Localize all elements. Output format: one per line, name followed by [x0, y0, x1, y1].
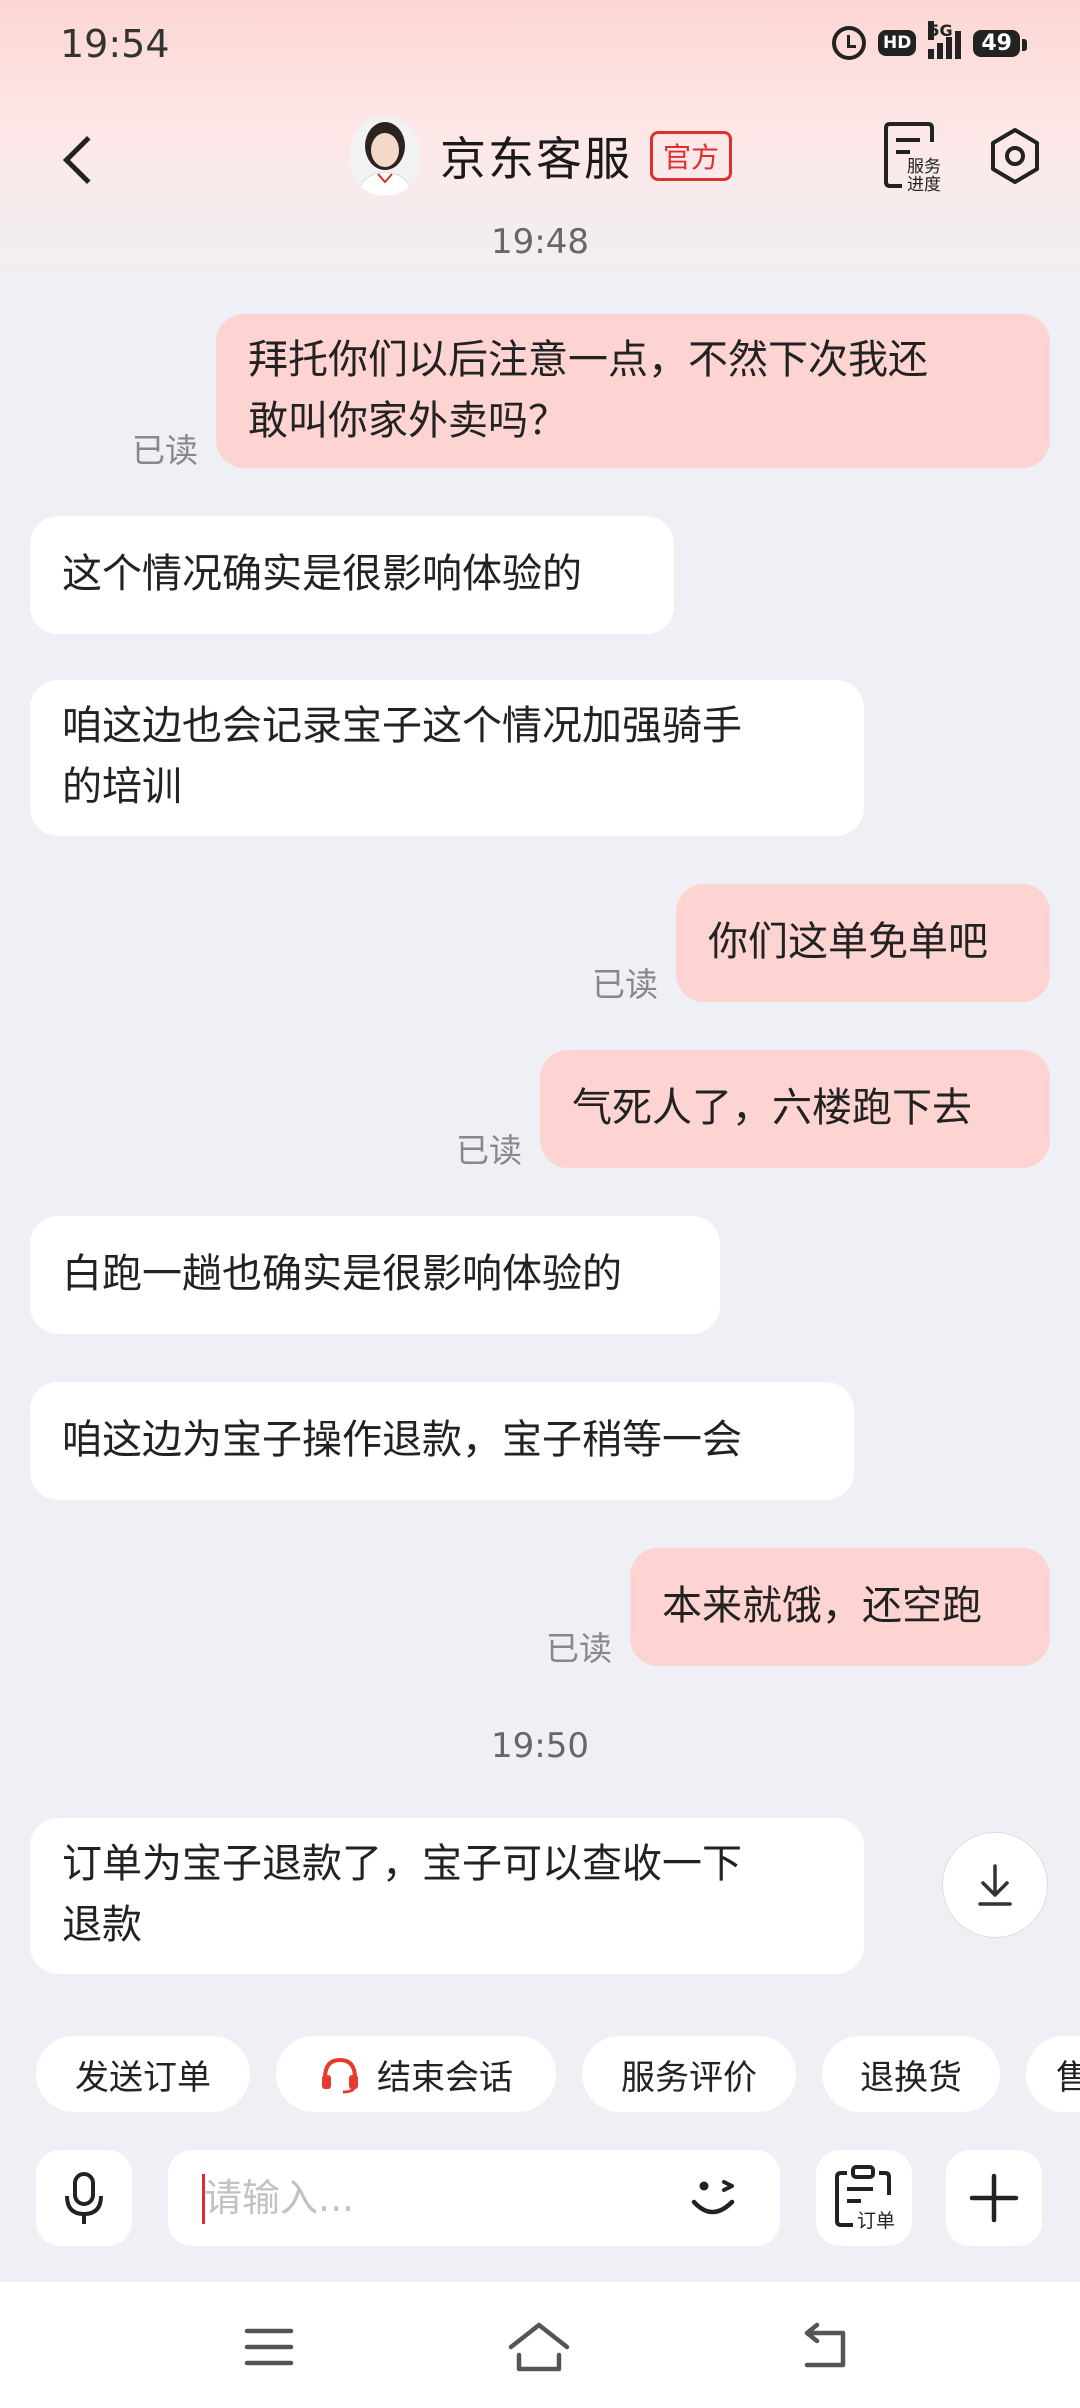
message-text: 的培训: [62, 764, 182, 810]
menu-button[interactable]: [214, 2302, 324, 2392]
send-order-chip[interactable]: 发送订单: [36, 2036, 250, 2112]
alarm-icon: [832, 26, 867, 60]
message-text: 拜托你们以后注意一点，不然下次我还: [248, 337, 928, 383]
page-title: 京东客服: [440, 132, 632, 186]
settings-button[interactable]: [980, 120, 1050, 192]
wink-emoji-icon: [691, 2180, 735, 2215]
read-receipt: 已读: [546, 1629, 612, 1668]
chip-label: 结束会话: [377, 2057, 513, 2098]
timestamp: 19:50: [491, 1726, 589, 1766]
message-text: 本来就饿，还空跑: [662, 1583, 982, 1629]
message-bubble-outgoing[interactable]: 拜托你们以后注意一点，不然下次我还 敢叫你家外卖吗？: [216, 314, 1050, 468]
voice-button[interactable]: [36, 2150, 132, 2246]
order-label: 订单: [857, 2210, 895, 2231]
agent-info[interactable]: 京东客服 官方: [350, 116, 733, 196]
microphone-icon: [65, 2172, 103, 2224]
back-arrow-icon: [804, 2322, 846, 2368]
message-bubble-outgoing[interactable]: 本来就饿，还空跑: [630, 1548, 1050, 1666]
message-bubble-incoming[interactable]: 白跑一趟也确实是很影响体验的: [30, 1216, 720, 1334]
service-progress-label-1: 服务: [907, 157, 941, 177]
message-bubble-outgoing[interactable]: 你们这单免单吧: [676, 884, 1050, 1002]
end-session-chip[interactable]: 结束会话: [276, 2036, 556, 2112]
status-bar: 19:54 HD 5G 49: [0, 0, 1080, 90]
service-progress-icon: 服务 进度: [884, 122, 941, 195]
message-bubble-outgoing[interactable]: 气死人了，六楼跑下去: [540, 1050, 1050, 1168]
back-button[interactable]: [40, 120, 120, 200]
message-bubble-incoming[interactable]: 咱这边也会记录宝子这个情况加强骑手 的培训: [30, 680, 864, 836]
message-text: 敢叫你家外卖吗？: [248, 398, 568, 444]
read-receipt: 已读: [132, 431, 198, 470]
avatar[interactable]: [350, 116, 420, 196]
message-text: 咱这边为宝子操作退款，宝子稍等一会: [62, 1417, 742, 1463]
network-type: 5G: [928, 21, 953, 40]
more-button[interactable]: [946, 2150, 1042, 2246]
status-icons: HD 5G 49: [832, 21, 1027, 60]
status-time: 19:54: [60, 22, 170, 66]
message-text: 退款: [62, 1902, 142, 1948]
emoji-button[interactable]: [680, 2166, 750, 2230]
menu-icon: [244, 2328, 294, 2366]
chip-label: 售: [1056, 2057, 1080, 2098]
message-text: 咱这边也会记录宝子这个情况加强骑手: [62, 703, 742, 749]
quick-actions: 发送订单 结束会话 服务评价 退换货 售: [36, 2036, 1080, 2112]
service-progress-button[interactable]: 服务 进度: [880, 120, 950, 195]
service-rating-chip[interactable]: 服务评价: [582, 2036, 796, 2112]
chevron-left-icon: [62, 135, 112, 185]
message-text: 这个情况确实是很影响体验的: [62, 551, 582, 597]
after-sales-chip[interactable]: 售: [1026, 2036, 1080, 2112]
message-text: 订单为宝子退款了，宝子可以查收一下: [62, 1841, 742, 1887]
system-navigation-bar: [0, 2282, 1080, 2408]
headset-icon: [322, 2057, 358, 2094]
message-bubble-incoming[interactable]: 这个情况确实是很影响体验的: [30, 516, 674, 634]
order-button[interactable]: 订单: [816, 2150, 912, 2246]
settings-icon: [991, 128, 1039, 184]
scroll-to-bottom-button[interactable]: [942, 1832, 1048, 1938]
read-receipt: 已读: [456, 1131, 522, 1170]
chat-header: 京东客服 官方 服务 进度: [0, 100, 1080, 220]
back-nav-button[interactable]: [770, 2302, 880, 2392]
home-button[interactable]: [484, 2302, 594, 2392]
hd-icon: HD: [878, 30, 917, 56]
order-clipboard-icon: 订单: [835, 2165, 895, 2231]
return-exchange-chip[interactable]: 退换货: [822, 2036, 1000, 2112]
read-receipt: 已读: [592, 965, 658, 1004]
arrow-down-icon: [978, 1864, 1012, 1906]
chip-label: 服务评价: [621, 2057, 757, 2098]
message-text: 白跑一趟也确实是很影响体验的: [62, 1251, 622, 1297]
signal-icon: 5G: [928, 21, 962, 59]
home-icon: [508, 2322, 570, 2372]
battery-icon: 49: [973, 29, 1027, 57]
timestamp: 19:48: [491, 222, 589, 262]
chip-label: 退换货: [860, 2057, 962, 2098]
plus-icon: [969, 2173, 1019, 2223]
message-bubble-incoming[interactable]: 咱这边为宝子操作退款，宝子稍等一会: [30, 1382, 854, 1500]
message-text: 气死人了，六楼跑下去: [572, 1085, 972, 1131]
chip-label: 发送订单: [75, 2057, 211, 2098]
message-bubble-incoming[interactable]: 订单为宝子退款了，宝子可以查收一下 退款: [30, 1818, 864, 1974]
message-text: 你们这单免单吧: [708, 919, 988, 965]
text-caret: [202, 2174, 205, 2224]
official-badge: 官方: [650, 131, 733, 181]
service-progress-label-2: 进度: [907, 175, 941, 192]
input-bar: 订单: [0, 2130, 1080, 2260]
